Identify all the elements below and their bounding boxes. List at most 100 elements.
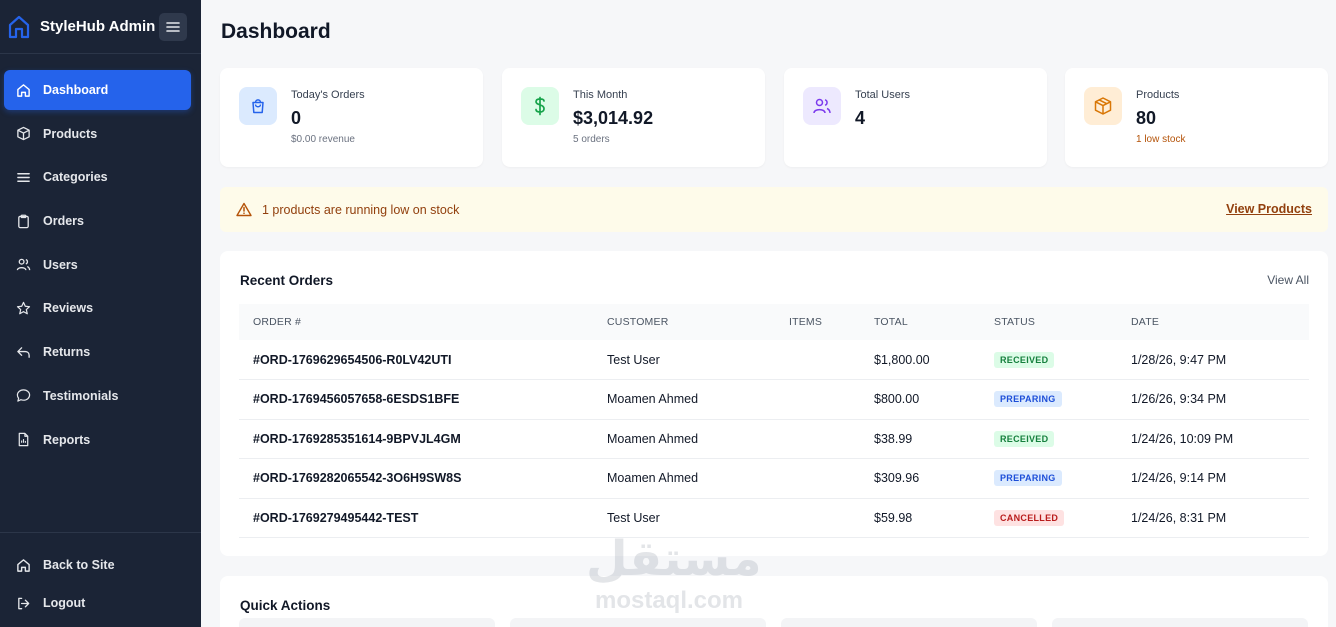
- recent-orders-table: ORDER # CUSTOMER ITEMS TOTAL STATUS DATE…: [239, 304, 1309, 538]
- page-title: Dashboard: [221, 20, 331, 43]
- order-customer: Test User: [593, 498, 775, 538]
- order-items: [775, 340, 860, 380]
- stat-card-total-users: Total Users 4: [784, 68, 1047, 167]
- home-logo-icon: [8, 15, 30, 39]
- order-date: 1/24/26, 9:14 PM: [1117, 458, 1309, 499]
- sidebar-footer: Back to Site Logout: [0, 532, 201, 623]
- sidebar-nav: Dashboard Products Categories Orders Use…: [0, 70, 201, 463]
- order-number: #ORD-1769456057658-6ESDS1BFE: [239, 379, 593, 420]
- back-to-site-link[interactable]: Back to Site: [4, 547, 191, 583]
- brand[interactable]: StyleHub Admin: [0, 0, 201, 54]
- list-icon: [17, 172, 30, 182]
- main-content: Dashboard Today's Orders 0 $0.00 revenue…: [201, 0, 1336, 627]
- logout-button[interactable]: Logout: [4, 585, 191, 621]
- order-number: #ORD-1769282065542-3O6H9SW8S: [239, 458, 593, 499]
- sidebar-item-label: Testimonials: [43, 388, 119, 403]
- order-status-cell: RECEIVED: [980, 419, 1117, 459]
- stat-label: This Month: [573, 89, 628, 101]
- column-header: STATUS: [994, 316, 1036, 328]
- dollar-icon: [521, 87, 559, 125]
- column-header: ITEMS: [789, 316, 823, 328]
- order-status-cell: RECEIVED: [980, 340, 1117, 380]
- order-total: $1,800.00: [860, 340, 980, 380]
- order-status-cell: PREPARING: [980, 458, 1117, 499]
- menu-toggle-button[interactable]: [159, 13, 187, 41]
- sidebar-item-testimonials[interactable]: Testimonials: [4, 376, 191, 416]
- sidebar-item-orders[interactable]: Orders: [4, 201, 191, 241]
- sidebar-item-reviews[interactable]: Reviews: [4, 288, 191, 328]
- hamburger-icon: [166, 22, 180, 32]
- order-number: #ORD-1769285351614-9BPVJL4GM: [239, 419, 593, 459]
- table-row[interactable]: #ORD-1769285351614-9BPVJL4GM Moamen Ahme…: [239, 419, 1309, 459]
- order-date: 1/26/26, 9:34 PM: [1117, 379, 1309, 420]
- recent-orders-card: Recent Orders View All ORDER # CUSTOMER …: [220, 251, 1328, 556]
- sidebar-item-label: Back to Site: [43, 558, 115, 572]
- order-total: $59.98: [860, 498, 980, 538]
- table-row[interactable]: #ORD-1769629654506-R0LV42UTI Test User $…: [239, 340, 1309, 380]
- brand-title: StyleHub Admin: [40, 18, 156, 35]
- sidebar-item-label: Logout: [43, 596, 86, 610]
- order-total: $38.99: [860, 419, 980, 459]
- sidebar-item-returns[interactable]: Returns: [4, 332, 191, 372]
- view-all-orders-link[interactable]: View All: [1267, 273, 1309, 287]
- stat-value: 0: [291, 108, 302, 128]
- clipboard-icon: [18, 214, 29, 228]
- status-badge: RECEIVED: [994, 430, 1055, 447]
- table-row[interactable]: #ORD-1769456057658-6ESDS1BFE Moamen Ahme…: [239, 379, 1309, 420]
- order-customer: Moamen Ahmed: [593, 419, 775, 459]
- table-header-row: ORDER # CUSTOMER ITEMS TOTAL STATUS DATE: [239, 304, 1309, 340]
- sidebar-item-users[interactable]: Users: [4, 245, 191, 285]
- stat-sub: $0.00 revenue: [291, 134, 355, 145]
- order-customer: Moamen Ahmed: [593, 379, 775, 420]
- column-header: ORDER #: [253, 316, 302, 328]
- status-badge: PREPARING: [994, 470, 1062, 487]
- sidebar-item-label: Reports: [43, 432, 91, 447]
- stat-sub: 1 low stock: [1136, 134, 1186, 145]
- table-row[interactable]: #ORD-1769279495442-TEST Test User $59.98…: [239, 498, 1309, 538]
- order-total: $309.96: [860, 458, 980, 499]
- order-items: [775, 458, 860, 499]
- status-badge: PREPARING: [994, 391, 1062, 408]
- sidebar: StyleHub Admin Dashboard Products Catego…: [0, 0, 201, 627]
- order-status-cell: CANCELLED: [980, 498, 1117, 538]
- sidebar-item-categories[interactable]: Categories: [4, 157, 191, 197]
- message-icon: [16, 389, 31, 403]
- status-badge: RECEIVED: [994, 351, 1055, 368]
- warning-icon: [236, 202, 252, 217]
- column-header: DATE: [1131, 316, 1160, 328]
- sidebar-item-label: Dashboard: [43, 83, 109, 97]
- order-date: 1/24/26, 10:09 PM: [1117, 419, 1309, 459]
- home-icon: [17, 558, 30, 572]
- stat-value: 80: [1136, 108, 1157, 128]
- shopping-bag-icon: [239, 87, 277, 125]
- quick-action-tile[interactable]: [510, 618, 766, 627]
- stat-card-products: Products 80 1 low stock: [1065, 68, 1328, 167]
- quick-action-tile[interactable]: [781, 618, 1037, 627]
- stat-sub: 5 orders: [573, 134, 610, 145]
- order-items: [775, 498, 860, 538]
- low-stock-alert: 1 products are running low on stock View…: [220, 187, 1328, 232]
- column-header: CUSTOMER: [607, 316, 669, 328]
- view-products-link[interactable]: View Products: [1226, 202, 1312, 216]
- quick-actions-title: Quick Actions: [240, 598, 331, 613]
- order-date: 1/24/26, 8:31 PM: [1117, 498, 1309, 538]
- quick-action-tile[interactable]: [1052, 618, 1308, 627]
- stat-label: Today's Orders: [291, 89, 365, 101]
- users-icon: [803, 87, 841, 125]
- stat-value: 4: [855, 108, 866, 128]
- order-items: [775, 419, 860, 459]
- sidebar-item-dashboard[interactable]: Dashboard: [4, 70, 191, 110]
- sidebar-item-products[interactable]: Products: [4, 114, 191, 154]
- star-icon: [16, 301, 31, 315]
- quick-action-tile[interactable]: [239, 618, 495, 627]
- sidebar-item-reports[interactable]: Reports: [4, 420, 191, 460]
- box-icon: [17, 126, 30, 141]
- home-icon: [17, 83, 30, 97]
- table-row[interactable]: #ORD-1769282065542-3O6H9SW8S Moamen Ahme…: [239, 458, 1309, 499]
- column-header: TOTAL: [874, 316, 908, 328]
- stat-value: $3,014.92: [573, 108, 654, 128]
- sidebar-item-label: Users: [43, 257, 78, 272]
- sidebar-item-label: Orders: [43, 214, 84, 229]
- sidebar-item-label: Returns: [43, 345, 91, 360]
- sidebar-item-label: Reviews: [43, 301, 94, 316]
